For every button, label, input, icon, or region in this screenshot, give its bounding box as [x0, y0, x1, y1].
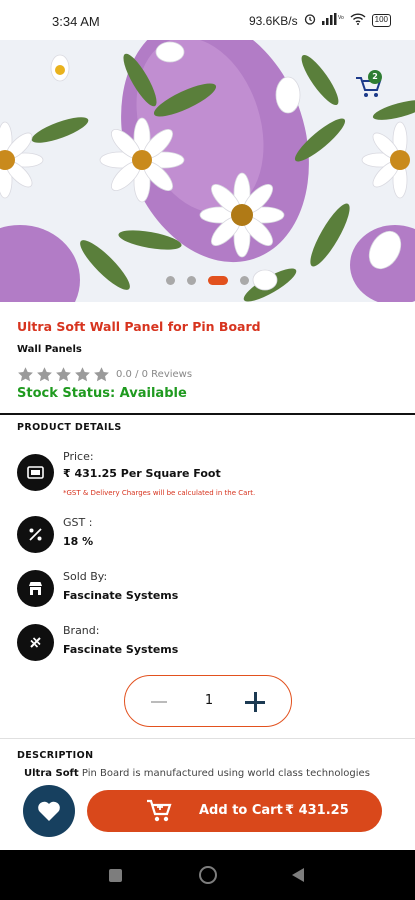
battery-icon: 100	[371, 14, 391, 27]
brand-icon	[17, 624, 54, 661]
gst-value: 18 %	[63, 535, 94, 548]
brand-label: Brand:	[63, 624, 100, 637]
rating-text[interactable]: 0.0 / 0 Reviews	[116, 369, 192, 380]
product-title: Ultra Soft Wall Panel for Pin Board	[17, 319, 261, 334]
add-to-cart-amount: ₹ 431.25	[285, 803, 349, 818]
star-icon	[56, 367, 71, 382]
heart-icon	[38, 801, 60, 821]
wishlist-button[interactable]	[23, 785, 75, 837]
carousel-dot[interactable]	[240, 276, 249, 285]
alarm-icon	[304, 13, 316, 28]
cart-icon	[147, 799, 172, 822]
star-icon	[94, 367, 109, 382]
carousel-dot-active[interactable]	[208, 276, 228, 285]
home-button[interactable]	[199, 866, 217, 884]
add-to-cart-button[interactable]: Add to Cart ₹ 431.25	[87, 790, 382, 832]
divider	[0, 413, 415, 415]
detail-gst: GST : 18 %	[17, 514, 397, 556]
rating-row: 0.0 / 0 Reviews	[17, 366, 192, 383]
product-category[interactable]: Wall Panels	[17, 344, 82, 355]
network-speed: 93.6KB/s	[248, 13, 298, 28]
detail-brand: Brand: Fascinate Systems	[17, 622, 397, 664]
add-to-cart-label: Add to Cart	[199, 803, 283, 818]
svg-text:Vo: Vo	[338, 15, 344, 21]
star-icon	[37, 367, 52, 382]
stock-status: Stock Status: Available	[17, 386, 187, 401]
status-bar: 3:34 AM 93.6KB/s Vo 100	[0, 0, 415, 40]
percent-icon	[17, 516, 54, 553]
quantity-value: 1	[204, 693, 214, 708]
carousel-dot[interactable]	[166, 276, 175, 285]
cart-badge: 2	[368, 70, 382, 84]
price-value: ₹ 431.25 Per Square Foot	[63, 467, 221, 480]
price-icon	[17, 454, 54, 491]
gst-label: GST :	[63, 516, 93, 529]
carousel-dot[interactable]	[187, 276, 196, 285]
carousel-indicators	[0, 276, 415, 285]
decrease-quantity-button[interactable]	[151, 701, 167, 703]
increase-quantity-button[interactable]	[245, 692, 265, 712]
signal-icon: Vo	[321, 13, 344, 28]
wifi-icon	[350, 13, 366, 28]
status-time: 3:34 AM	[52, 14, 100, 29]
description-body: Pin Board is manufactured using world cl…	[78, 768, 370, 779]
description-heading: DESCRIPTION	[17, 750, 94, 761]
price-label: Price:	[63, 450, 94, 463]
sold-by-value: Fascinate Systems	[63, 589, 179, 602]
star-icon	[18, 367, 33, 382]
brand-value: Fascinate Systems	[63, 643, 179, 656]
product-details-heading: PRODUCT DETAILS	[17, 422, 122, 433]
sold-by-label: Sold By:	[63, 570, 108, 583]
recents-button[interactable]	[109, 869, 122, 882]
quantity-stepper: 1	[124, 675, 292, 727]
store-icon	[17, 570, 54, 607]
back-button[interactable]	[292, 868, 304, 882]
system-navigation-bar	[0, 850, 415, 900]
price-note: *GST & Delivery Charges will be calculat…	[63, 489, 256, 497]
divider	[0, 738, 415, 739]
description-lead: Ultra Soft	[24, 768, 79, 779]
star-icon	[75, 367, 90, 382]
status-indicators: 93.6KB/s Vo 100	[249, 13, 391, 28]
description-text: Ultra Soft Pin Board is manufactured usi…	[24, 768, 394, 780]
detail-sold-by: Sold By: Fascinate Systems	[17, 568, 397, 610]
detail-price: Price: ₹ 431.25 Per Square Foot *GST & D…	[17, 450, 397, 506]
product-image-carousel[interactable]: 2	[0, 40, 415, 302]
